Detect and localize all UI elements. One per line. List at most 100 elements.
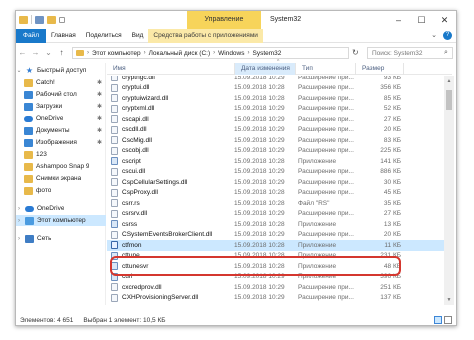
- table-row[interactable]: csrss 15.09.2018 10:28 Приложение 13 КБ: [107, 219, 452, 230]
- column-name[interactable]: Имя: [107, 63, 235, 75]
- tab-file[interactable]: Файл: [16, 28, 46, 43]
- table-row[interactable]: CscMig.dll 15.09.2018 10:29 Расширение при…: [107, 135, 452, 146]
- table-row-selected[interactable]: ctfmon 15.09.2018 10:28 Приложение 11 КБ: [107, 240, 452, 251]
- window-title: System32: [270, 16, 302, 23]
- help-icon[interactable]: ?: [443, 31, 452, 40]
- scroll-up-arrow[interactable]: ▲: [444, 76, 454, 86]
- table-row[interactable]: cryptuiwizard.dll 15.09.2018 10:28 Расшире…: [107, 93, 452, 104]
- sidebar-item-catch[interactable]: Catch! ✱: [16, 77, 106, 88]
- sidebar-item-pictures[interactable]: Изображения ✱: [16, 137, 106, 148]
- column-type[interactable]: Тип: [296, 63, 356, 75]
- refresh-icon[interactable]: ↻: [352, 48, 359, 57]
- sidebar-item-onedrive-pinned[interactable]: OneDrive ✱: [16, 113, 106, 124]
- folder-icon: [24, 174, 33, 183]
- search-input[interactable]: Поиск: System32 ⌕: [367, 47, 453, 59]
- file-type: Приложение: [298, 157, 337, 165]
- table-row[interactable]: CXHProvisioningServer.dll 15.09.2018 10:2…: [107, 293, 452, 304]
- file-name-cell: cryptuiwizard.dll: [107, 94, 231, 103]
- table-row[interactable]: CSystemEventsBrokerClient.dll 15.09.2018 …: [107, 230, 452, 241]
- table-row[interactable]: cscapi.dll 15.09.2018 10:29 Расширение при…: [107, 114, 452, 125]
- file-date: 15.09.2018 10:28: [234, 84, 285, 92]
- scroll-thumb[interactable]: [446, 90, 452, 110]
- table-row[interactable]: CspCellularSettings.dll 15.09.2018 10:29 Р…: [107, 177, 452, 188]
- large-icons-view-icon[interactable]: [444, 316, 452, 324]
- scroll-down-arrow[interactable]: ▼: [444, 295, 454, 305]
- properties-icon[interactable]: [35, 15, 44, 24]
- sidebar-item-downloads[interactable]: Загрузки ✱: [16, 101, 106, 112]
- vertical-scrollbar[interactable]: ▲ ▼: [444, 76, 454, 305]
- table-row[interactable]: cxcredprov.dll 15.09.2018 10:29 Расширение…: [107, 282, 452, 293]
- expand-ribbon-icon[interactable]: ⌄: [431, 31, 437, 40]
- customize-toolbar-icon[interactable]: [59, 16, 65, 23]
- file-date: 15.09.2018 10:28: [234, 189, 285, 197]
- table-row[interactable]: cryptxml.dll 15.09.2018 10:29 Расширение п…: [107, 104, 452, 115]
- sidebar-item-label: Этот компьютер: [37, 217, 86, 224]
- file-date: 15.09.2018 10:29: [234, 126, 285, 134]
- tab-home[interactable]: Главная: [46, 29, 81, 43]
- breadcrumb-item[interactable]: Локальный диск (C:): [149, 50, 211, 57]
- table-row[interactable]: cscript 15.09.2018 10:28 Приложение 141 КБ: [107, 156, 452, 167]
- table-row[interactable]: cscui.dll 15.09.2018 10:29 Расширение при.…: [107, 167, 452, 178]
- tab-application-tools[interactable]: Средства работы с приложениями: [148, 28, 263, 43]
- table-row[interactable]: csrr.rs 15.09.2018 10:28 Файл "RS" 35 КБ: [107, 198, 452, 209]
- file-date: 15.09.2018 10:28: [234, 157, 285, 165]
- sidebar-item-label: Изображения: [36, 139, 77, 146]
- file-name-cell: CscMig.dll: [107, 136, 231, 145]
- recent-locations-button[interactable]: ⌄: [42, 48, 55, 57]
- table-row[interactable]: CspProxy.dll 15.09.2018 10:28 Расширение п…: [107, 188, 452, 199]
- breadcrumb-item[interactable]: Windows: [218, 50, 244, 57]
- sidebar-item-this-pc[interactable]: › Этот компьютер: [16, 215, 106, 226]
- sidebar-item-label: Быстрый доступ: [37, 67, 87, 74]
- dll-file-icon: [111, 115, 118, 124]
- sidebar-item-quick-access[interactable]: ⌄ ★ Быстрый доступ: [16, 65, 106, 76]
- close-button[interactable]: ✕: [433, 11, 456, 29]
- chevron-right-icon[interactable]: ›: [16, 236, 22, 242]
- file-name-cell: csrsrv.dll: [107, 209, 231, 218]
- chevron-right-icon[interactable]: ›: [16, 206, 22, 212]
- tab-share[interactable]: Поделиться: [81, 29, 127, 43]
- sidebar-item-documents[interactable]: Документы ✱: [16, 125, 106, 136]
- pin-icon: ✱: [96, 116, 102, 122]
- sidebar-item-network[interactable]: › Сеть: [16, 233, 106, 244]
- new-folder-icon[interactable]: [47, 15, 56, 24]
- sidebar-item-ashampoo[interactable]: Ashampoo Snap 9: [16, 161, 106, 172]
- breadcrumb[interactable]: › Этот компьютер › Локальный диск (C:) ›…: [72, 47, 349, 59]
- file-type: Расширение при...: [298, 136, 354, 144]
- details-view-icon[interactable]: [434, 316, 442, 324]
- context-tab-manage[interactable]: Управление: [187, 11, 261, 29]
- file-type: Расширение при...: [298, 168, 354, 176]
- dll-file-icon: [111, 199, 118, 208]
- table-row[interactable]: cscdll.dll 15.09.2018 10:29 Расширение при…: [107, 125, 452, 136]
- minimize-button[interactable]: –: [387, 11, 410, 29]
- file-date: 15.09.2018 10:29: [234, 294, 285, 302]
- column-date-modified[interactable]: Дата изменения: [235, 63, 296, 75]
- chevron-right-icon[interactable]: ›: [16, 218, 22, 224]
- forward-button[interactable]: →: [29, 48, 42, 57]
- column-size[interactable]: Размер: [356, 63, 404, 75]
- sidebar-item-123[interactable]: 123: [16, 149, 106, 160]
- tab-view[interactable]: Вид: [127, 29, 149, 43]
- sidebar-item-desktop[interactable]: Рабочий стол ✱: [16, 89, 106, 100]
- sidebar-item-onedrive[interactable]: › OneDrive: [16, 203, 106, 214]
- dll-file-icon: [111, 209, 118, 218]
- breadcrumb-item[interactable]: System32: [253, 50, 282, 57]
- file-size: 225 КБ: [380, 147, 401, 155]
- chevron-down-icon[interactable]: ⌄: [16, 67, 22, 74]
- file-name-cell: cryptngc.dll: [107, 76, 231, 82]
- file-name-cell: cscdll.dll: [107, 125, 231, 134]
- onedrive-icon: [24, 115, 33, 122]
- sidebar-item-photos[interactable]: фото: [16, 185, 106, 196]
- back-button[interactable]: ←: [16, 48, 29, 57]
- table-row[interactable]: csrsrv.dll 15.09.2018 10:29 Расширение при…: [107, 209, 452, 220]
- file-name-cell: csrss: [107, 220, 231, 229]
- file-name: cscui.dll: [122, 168, 146, 176]
- maximize-button[interactable]: ☐: [410, 11, 433, 29]
- table-row[interactable]: cryptui.dll 15.09.2018 10:28 Расширение пр…: [107, 83, 452, 94]
- table-row[interactable]: cscobj.dll 15.09.2018 10:29 Расширение при…: [107, 146, 452, 157]
- up-button[interactable]: ↑: [55, 48, 68, 57]
- dll-file-icon: [111, 178, 118, 187]
- breadcrumb-item[interactable]: Этот компьютер: [92, 50, 141, 57]
- sidebar-item-screenshots[interactable]: Снимки экрана: [16, 173, 106, 184]
- file-name: CSystemEventsBrokerClient.dll: [122, 231, 213, 239]
- sidebar-item-label: Снимки экрана: [36, 175, 82, 182]
